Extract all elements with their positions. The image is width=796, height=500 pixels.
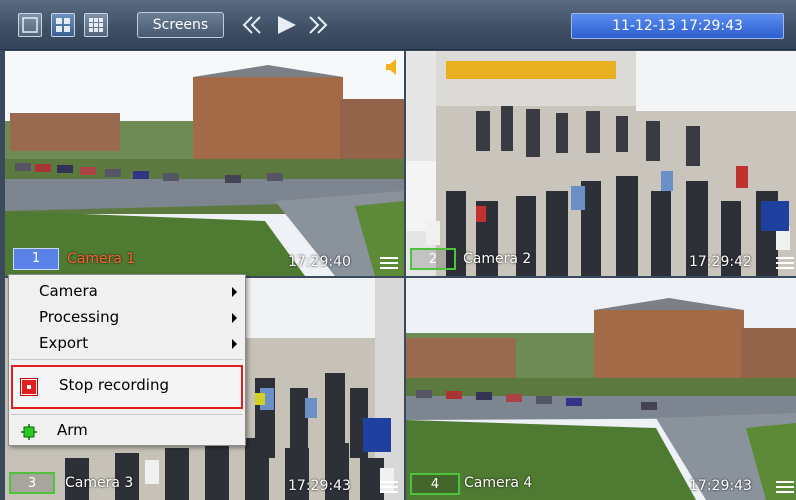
datetime-display: 11-12-13 17:29:43 <box>571 13 784 39</box>
stop-recording-label: Stop recording <box>59 376 169 394</box>
camera-view-1[interactable]: 1 Camera 1 17:29:40 <box>5 51 404 276</box>
layout-2x2-icon[interactable] <box>51 13 75 37</box>
camera-4-feed <box>406 278 796 500</box>
camera-view-2[interactable]: 2 Camera 2 17:29:42 <box>406 51 796 276</box>
submenu-arrow-icon <box>232 287 237 297</box>
arm-menu-item[interactable]: Arm <box>9 418 245 444</box>
menu-item-processing[interactable]: Processing <box>9 305 245 330</box>
screens-button[interactable]: Screens <box>137 12 224 38</box>
hamburger-menu-icon[interactable] <box>380 257 398 271</box>
camera-3-number: 3 <box>9 472 55 494</box>
layout-1x1-icon[interactable] <box>18 13 42 37</box>
menu-item-camera[interactable]: Camera <box>9 279 245 304</box>
hamburger-menu-icon[interactable] <box>776 481 794 495</box>
menu-separator <box>11 414 243 415</box>
camera-1-number: 1 <box>13 248 59 270</box>
camera-2-name: Camera 2 <box>463 251 532 267</box>
camera-1-feed <box>5 51 404 276</box>
camera-context-menu: Camera Processing Export Stop recording … <box>8 274 246 446</box>
camera-4-time: 17:29:43 <box>689 478 752 494</box>
camera-3-time: 17:29:43 <box>288 478 351 494</box>
camera-4-name: Camera 4 <box>464 475 533 491</box>
toolbar: Screens 11-12-13 17:29:43 <box>0 0 796 50</box>
arm-icon <box>21 424 37 440</box>
camera-1-name: Camera 1 <box>67 251 136 267</box>
speaker-icon <box>386 59 396 75</box>
layout-3x3-icon[interactable] <box>84 13 108 37</box>
camera-3-name: Camera 3 <box>65 475 134 491</box>
camera-2-time: 17:29:42 <box>689 254 752 270</box>
stop-recording-menu-item[interactable]: Stop recording <box>11 365 243 409</box>
camera-1-time: 17:29:40 <box>288 254 351 270</box>
fast-forward-icon[interactable] <box>304 13 332 37</box>
rewind-icon[interactable] <box>238 13 266 37</box>
menu-item-export-label: Export <box>39 334 89 352</box>
menu-item-camera-label: Camera <box>39 282 98 300</box>
play-icon[interactable] <box>272 13 300 37</box>
submenu-arrow-icon <box>232 339 237 349</box>
hamburger-menu-icon[interactable] <box>776 257 794 271</box>
camera-4-number: 4 <box>410 473 460 495</box>
arm-label: Arm <box>57 421 88 439</box>
camera-2-feed <box>406 51 796 276</box>
stop-recording-icon <box>20 378 38 396</box>
camera-view-4[interactable]: 4 Camera 4 17:29:43 <box>406 278 796 500</box>
menu-separator <box>11 359 243 360</box>
menu-item-processing-label: Processing <box>39 308 120 326</box>
menu-item-export[interactable]: Export <box>9 331 245 356</box>
submenu-arrow-icon <box>232 313 237 323</box>
hamburger-menu-icon[interactable] <box>380 481 398 495</box>
camera-2-number: 2 <box>410 248 456 270</box>
